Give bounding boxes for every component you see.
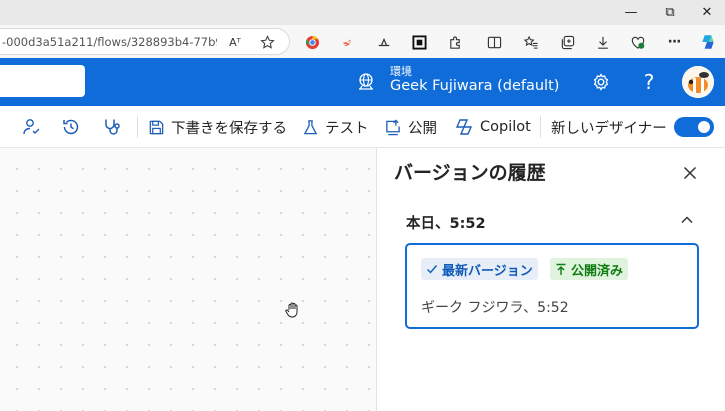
test-button[interactable]: テスト (302, 114, 369, 140)
new-designer-toggle[interactable] (674, 117, 714, 137)
restore-button[interactable]: ⧉ (652, 0, 688, 25)
split-screen-icon[interactable] (481, 30, 507, 54)
flask-icon (303, 119, 318, 134)
extensions-puzzle-icon[interactable] (442, 30, 468, 54)
favorite-star-icon[interactable] (258, 34, 276, 50)
environment-name[interactable]: Geek Fujiwara (default) (390, 78, 559, 94)
read-aloud-label: Aᵀ (229, 35, 241, 49)
publish-button[interactable]: 公開 (384, 114, 437, 140)
close-window-button[interactable]: ✕ (689, 0, 725, 25)
close-icon: ✕ (701, 5, 713, 20)
published-label: 公開済み (571, 263, 624, 279)
screenshot-extension-icon[interactable] (406, 30, 432, 54)
copilot-sidebar-icon[interactable] (695, 30, 721, 54)
version-author-time: ギーク フジワラ、5:52 (421, 300, 569, 316)
version-group-header: 本日、5:52 (406, 216, 486, 232)
read-aloud-icon[interactable]: Aᵀ (226, 34, 244, 50)
published-badge: 公開済み (550, 258, 629, 280)
favorites-icon[interactable] (518, 30, 544, 54)
publish-icon (386, 118, 400, 135)
more-options-label: ··· (667, 34, 682, 50)
help-button[interactable]: ? (635, 68, 663, 96)
app-header: 環境 Geek Fujiwara (default) ? (0, 58, 725, 106)
version-card[interactable]: 最新バージョン 公開済み ギーク フジワラ、5:52 (405, 243, 699, 329)
swift-extension-icon[interactable] (335, 30, 361, 54)
collections-icon[interactable] (554, 30, 580, 54)
save-draft-label: 下書きを保存する (171, 120, 287, 137)
settings-button[interactable] (587, 68, 615, 96)
wave-extension-icon[interactable] (371, 30, 397, 54)
publish-label: 公開 (408, 120, 437, 137)
chevron-up-icon (681, 216, 693, 224)
flow-canvas[interactable] (0, 148, 377, 411)
new-designer-label: 新しいデザイナー (551, 120, 667, 137)
close-icon (683, 166, 697, 180)
environment-label: 環境 (390, 65, 412, 78)
flow-checker-person-icon[interactable] (20, 116, 42, 138)
minimize-icon: — (624, 5, 638, 20)
command-divider (137, 116, 138, 138)
publish-arrow-icon (556, 263, 566, 275)
panel-title: バージョンの履歴 (394, 162, 546, 184)
chrome-extension-icon[interactable] (299, 30, 325, 54)
latest-version-label: 最新バージョン (442, 263, 533, 279)
command-bar: 下書きを保存する テスト 公開 Copilot 新しいデザイナー (0, 106, 725, 148)
restore-icon: ⧉ (665, 5, 675, 20)
command-divider (540, 116, 541, 138)
browser-title-bar: — ⧉ ✕ (0, 0, 725, 25)
latest-version-badge: 最新バージョン (421, 258, 538, 280)
browser-toolbar: -000d3a51a211/flows/328893b4-77b9-4... A… (0, 25, 725, 58)
save-draft-button[interactable]: 下書きを保存する (148, 114, 287, 140)
downloads-icon[interactable] (590, 30, 616, 54)
copilot-button[interactable]: Copilot (454, 114, 531, 140)
version-history-panel: バージョンの履歴 本日、5:52 最新バージョン 公開済み ギーク フジワラ、5… (377, 148, 725, 411)
search-input[interactable] (0, 65, 85, 97)
checkmark-icon (427, 265, 438, 274)
performance-icon[interactable] (625, 30, 651, 54)
environment-globe-icon (356, 72, 376, 92)
help-icon: ? (643, 70, 655, 94)
save-icon (149, 120, 164, 134)
stethoscope-icon[interactable] (101, 116, 123, 138)
test-label: テスト (325, 120, 369, 137)
copilot-icon (455, 119, 473, 135)
gear-icon (593, 73, 609, 91)
panel-close-button[interactable] (679, 162, 701, 184)
minimize-button[interactable]: — (613, 0, 649, 25)
toggle-knob (698, 121, 710, 133)
history-icon[interactable] (60, 116, 82, 138)
copilot-label: Copilot (480, 119, 531, 135)
address-bar[interactable]: -000d3a51a211/flows/328893b4-77b9-4... A… (0, 28, 290, 55)
new-designer-label-group: 新しいデザイナー (551, 114, 667, 140)
collapse-group-button[interactable] (677, 210, 697, 230)
avatar[interactable] (682, 66, 714, 98)
hand-cursor-icon (284, 301, 302, 319)
more-options-icon[interactable]: ··· (661, 30, 687, 54)
url-text: -000d3a51a211/flows/328893b4-77b9-4... (2, 35, 217, 49)
